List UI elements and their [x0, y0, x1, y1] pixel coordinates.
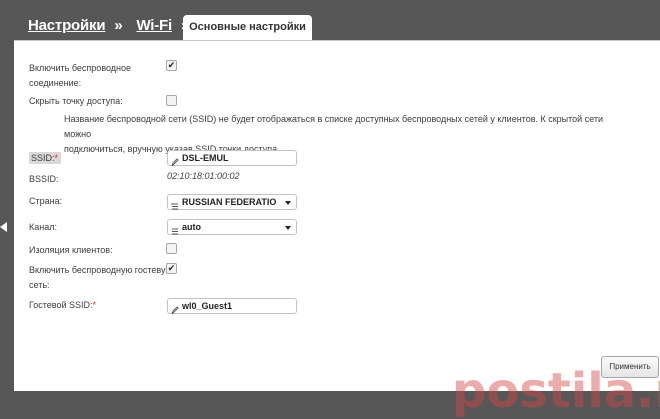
guest-network-label: Включить беспроводную гостевую сеть: [29, 265, 173, 290]
guest-ssid-input[interactable]: wl0_Guest1 [167, 298, 297, 315]
guest-network-checkbox[interactable]: ✔ [166, 263, 177, 274]
hide-ap-note: Название беспроводной сети (SSID) не буд… [64, 114, 604, 154]
breadcrumb-wifi[interactable]: Wi-Fi [136, 17, 172, 34]
country-label: Страна: [29, 196, 63, 206]
channel-select[interactable]: auto [167, 219, 297, 235]
hide-ap-checkbox[interactable] [166, 95, 177, 106]
apply-button[interactable]: Применить [601, 356, 659, 378]
breadcrumb: Настройки » Wi-Fi » [28, 17, 199, 34]
list-icon [171, 223, 179, 241]
dropdown-arrow-icon [285, 226, 291, 230]
enable-wireless-checkbox[interactable]: ✔ [166, 60, 177, 71]
settings-panel: Включить беспроводное соединение: ✔ Скры… [14, 40, 660, 419]
ssid-input[interactable]: DSL-EMUL [167, 150, 297, 167]
checkmark-icon: ✔ [167, 263, 176, 273]
dropdown-arrow-icon [285, 201, 291, 205]
breadcrumb-settings[interactable]: Настройки [28, 17, 106, 34]
header: Настройки » Wi-Fi » Основные настройки [0, 0, 660, 40]
checkmark-icon: ✔ [167, 60, 176, 70]
guest-ssid-label: Гостевой SSID:* [29, 300, 97, 310]
hide-ap-label: Скрыть точку доступа: [29, 96, 123, 106]
breadcrumb-separator: » [114, 17, 123, 34]
bssid-value: 02:10:18:01:00:02 [167, 171, 240, 181]
channel-label: Канал: [29, 222, 57, 232]
enable-wireless-label: Включить беспроводное соединение: [29, 63, 132, 88]
required-marker: * [54, 153, 59, 163]
client-isolation-checkbox[interactable] [166, 243, 177, 254]
bssid-label: BSSID: [29, 174, 59, 184]
ssid-label: SSID:* [29, 152, 62, 164]
pencil-icon [171, 154, 179, 172]
client-isolation-label: Изоляция клиентов: [29, 245, 113, 255]
pencil-icon [171, 302, 179, 320]
required-marker: * [92, 300, 97, 310]
left-arrow-icon[interactable] [0, 222, 7, 232]
tab-basic-settings[interactable]: Основные настройки [183, 15, 312, 40]
country-select[interactable]: RUSSIAN FEDERATIO [167, 194, 297, 210]
list-icon [171, 198, 179, 216]
